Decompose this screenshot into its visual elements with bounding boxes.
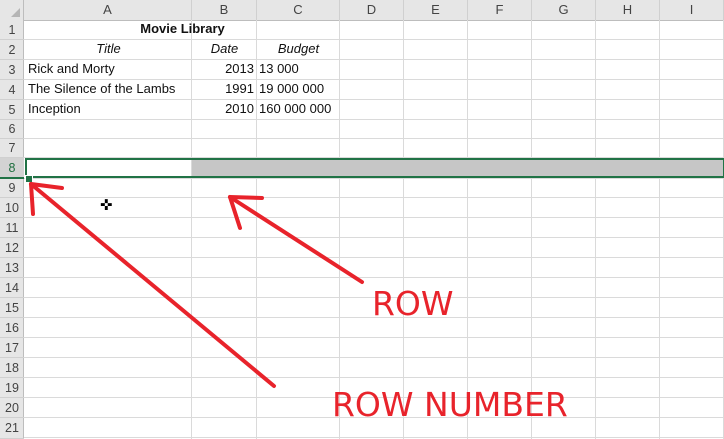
- spreadsheet: A B C D E F G H I 1 2 3 4 5 6 7 8 9 10 1…: [0, 0, 724, 439]
- annotation-row-number-label: ROW NUMBER: [332, 385, 568, 424]
- row-number-arrow-head-bottom: [29, 182, 35, 216]
- annotation-row-label: ROW: [372, 284, 454, 323]
- annotation-arrows: [29, 182, 364, 388]
- row-arrow-head-top: [228, 195, 264, 200]
- row-arrow-shaft: [228, 195, 364, 284]
